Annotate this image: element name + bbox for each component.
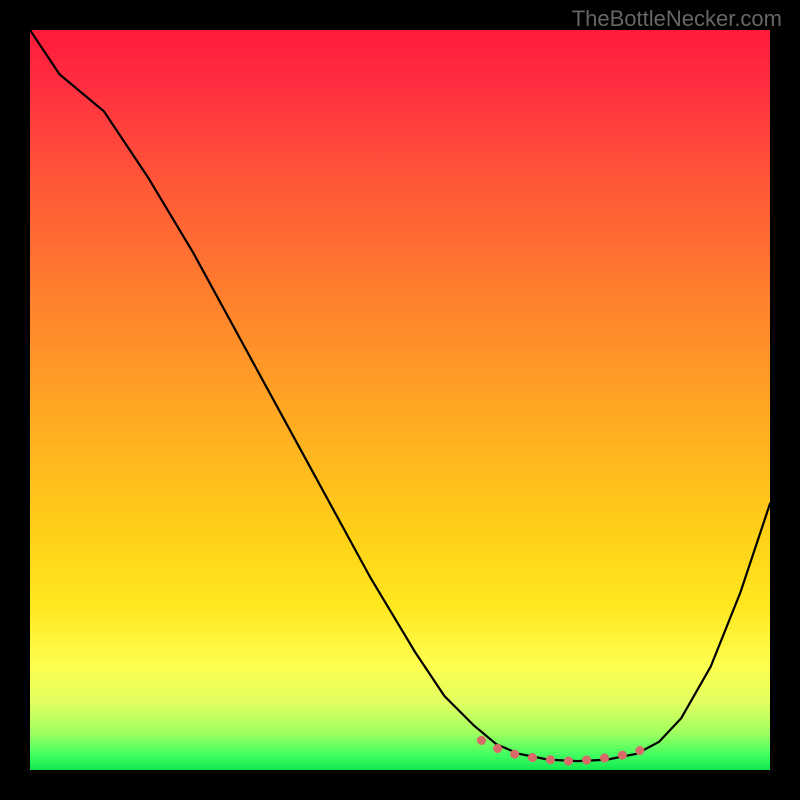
plot-area [30, 30, 770, 770]
bottleneck-curve [30, 30, 770, 761]
valley-dots [481, 740, 651, 761]
watermark-text: TheBottleNecker.com [572, 6, 782, 32]
curve-svg [30, 30, 770, 770]
